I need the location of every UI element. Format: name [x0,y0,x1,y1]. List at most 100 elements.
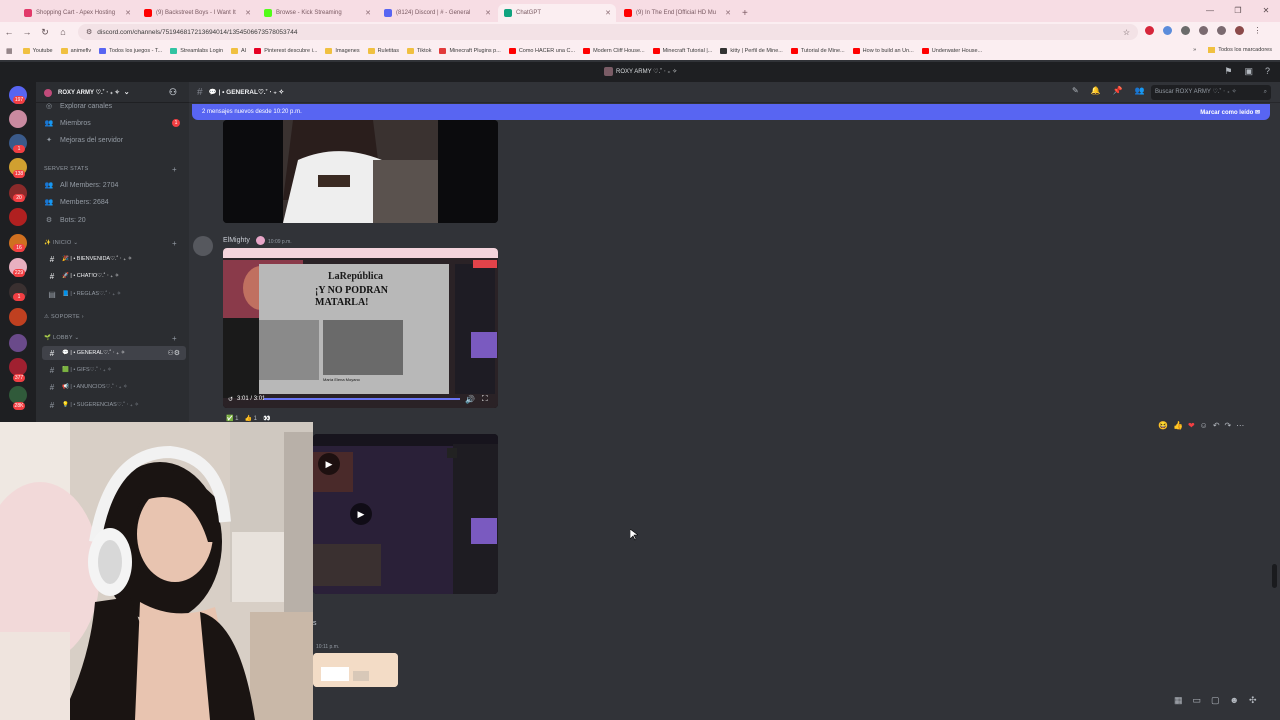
image-attachment[interactable] [313,653,398,687]
category-server-stats[interactable]: SERVER STATS + [44,165,177,174]
video-attachment[interactable] [313,434,498,594]
browser-tab[interactable]: Browse - Kick Streaming ✕ [258,4,376,22]
add-channel-icon[interactable]: + [172,334,177,343]
back-icon[interactable]: ← [0,27,18,37]
new-messages-bar[interactable]: 2 mensajes nuevos desde 10:20 p.m. Marca… [192,104,1270,120]
video-progress-bar[interactable] [264,398,460,400]
server-icon[interactable] [9,208,27,226]
forward-icon[interactable]: → [18,27,36,37]
gif-icon[interactable]: ▭ [1193,695,1202,706]
stat-channel[interactable]: 👥 All Members: 2704 [42,178,186,192]
threads-icon[interactable]: ✎ [1072,86,1079,95]
bookmark-item[interactable]: animeflv [60,48,91,54]
minimize-icon[interactable]: — [1196,0,1224,22]
bookmark-item[interactable]: AI [231,48,246,54]
extension-icon[interactable] [1163,26,1172,35]
more-icon[interactable]: ⋯ [1236,421,1244,430]
category-soporte[interactable]: ⚠ SOPORTE › [44,314,84,320]
maximize-icon[interactable]: ❐ [1224,0,1252,22]
bookmark-item[interactable]: Modern Cliff House... [583,48,645,54]
close-icon[interactable]: ✕ [485,9,491,17]
download-icon[interactable] [1217,26,1226,35]
category-lobby[interactable]: 🌱 LOBBY ⌄ + [44,334,177,343]
bookmark-item[interactable]: Youtube [22,48,53,54]
chevron-right-icon[interactable]: » [1193,47,1196,53]
opera-icon[interactable] [1145,26,1154,35]
address-bar[interactable]: ⚙ discord.com/channels/75194681721369401… [78,24,1138,40]
play-button[interactable]: ▶ [318,453,340,475]
screen-icon[interactable]: ▣ [1244,66,1253,77]
search-input[interactable]: Buscar ROXY ARMY ♡.˚ ‧ ₊ ✧ ⌕ [1151,85,1271,100]
reaction[interactable]: ✅ 1 [226,415,238,422]
server-icon[interactable] [9,334,27,352]
home-icon[interactable]: ⌂ [54,27,72,37]
scrollbar[interactable] [1272,124,1277,714]
bookmark-item[interactable]: Todos los juegos - T... [99,48,162,54]
bell-icon[interactable]: 🔔 [1091,86,1101,95]
channel-bienvenida[interactable]: # 🎉 | • BIENVENIDA♡.˚ ‧ ₊ ✧ [42,252,186,266]
close-icon[interactable]: ✕ [125,9,131,17]
mark-as-read-button[interactable]: Marcar como leído ✉ [1200,109,1260,116]
channel-anuncios[interactable]: # 📢 | • ANUNCIOS♡.˚ ‧ ₊ ✧ [42,380,186,394]
bookmark-item[interactable]: Tiktok [406,48,431,54]
browser-tab-active[interactable]: ChatGPT ✕ [498,4,616,22]
channel-settings-icon[interactable]: ⚇⚙ [167,349,180,357]
reload-icon[interactable]: ↻ [36,27,54,38]
channel-sugerencias[interactable]: # 💡 | • SUGERENCIAS♡.˚ ‧ ₊ ✧ [42,398,186,412]
close-icon[interactable]: ✕ [725,9,731,17]
avatar[interactable] [193,236,213,256]
image-attachment[interactable] [223,120,498,223]
pin-icon[interactable]: 📌 [1113,86,1123,95]
channel-gifs[interactable]: # 🟩 | • GIFS♡.˚ ‧ ₊ ✧ [42,363,186,377]
add-channel-icon[interactable]: + [172,239,177,248]
sticker-icon[interactable]: ▢ [1211,695,1220,706]
reaction-emoji-icon[interactable]: ❤ [1188,421,1195,430]
replay-icon[interactable]: ↺ [228,396,233,403]
bookmark-item[interactable]: Imagenes [325,48,360,54]
site-info-icon[interactable]: ⚙ [86,28,92,36]
extension-icon[interactable] [1181,26,1190,35]
reaction-emoji-icon[interactable]: 👍 [1173,421,1183,430]
close-icon[interactable]: ✕ [365,9,371,17]
message-author[interactable]: ElMighty [223,237,250,244]
bookmark-item[interactable]: Pinterest descubre i... [254,48,317,54]
profile-avatar[interactable] [1235,26,1244,35]
close-icon[interactable]: ✕ [245,9,251,17]
channel-chat[interactable]: # 🚀 | • CHAT!O♡.˚ ‧ ₊ ✧ [42,269,186,283]
server-icon[interactable] [9,308,27,326]
bookmark-item[interactable]: Como HACER una C... [508,48,575,54]
bookmark-item[interactable]: Minecraft Plugins p... [439,48,501,54]
channel-general-selected[interactable]: # 💬 | • GENERAL♡.˚ ‧ ₊ ✧ ⚇⚙ [42,346,186,360]
close-window-icon[interactable]: ✕ [1252,0,1280,22]
browser-tab[interactable]: Shopping Cart - Apex Hosting ✕ [18,4,136,22]
stat-channel[interactable]: 👥 Members: 2684 [42,195,186,209]
reaction[interactable]: 👍 1 [244,415,256,422]
video-attachment[interactable]: LaRepública ¡Y NO PODRAN MATARLA! María … [223,248,498,408]
bookmark-item[interactable]: Tutorial de Mine... [790,48,845,54]
bookmark-item[interactable]: kitty | Perfil de Mine... [720,48,783,54]
explore-channels[interactable]: ◎ Explorar canales [42,99,186,113]
add-reaction-icon[interactable]: ☺ [1200,421,1208,430]
channel-reglas[interactable]: ▤ 📘 | • REGLAS♡.˚ ‧ ₊ ✧ [42,287,186,301]
forward-icon[interactable]: ↷ [1225,421,1232,430]
menu-icon[interactable]: ⋮ [1253,26,1262,35]
browser-tab[interactable]: (9) Backstreet Boys - I Want It ✕ [138,4,256,22]
volume-icon[interactable]: 🔊 [465,395,475,404]
add-user-icon[interactable]: ⚇ [169,87,177,98]
scrollbar-thumb[interactable] [1272,564,1277,588]
fullscreen-icon[interactable]: ⛶ [482,394,488,404]
members-item[interactable]: 👥 Miembros 1 [42,116,186,130]
bookmark-item[interactable]: Underwater House... [921,48,982,54]
puzzle-icon[interactable] [1199,26,1208,35]
category-inicio[interactable]: ✨ INICIO ⌄ + [44,239,177,248]
browser-tab[interactable]: (8124) Discord | # - General ✕ [378,4,496,22]
browser-tab[interactable]: (9) In The End [Official HD Mu ✕ [618,4,736,22]
emoji-icon[interactable]: ☻ [1230,695,1239,706]
apps-icon[interactable]: ▦ [6,47,13,55]
server-icon[interactable] [9,110,27,128]
gift-icon[interactable]: ▦ [1174,695,1183,706]
close-icon[interactable]: ✕ [605,9,611,17]
stat-channel[interactable]: ⚙ Bots: 20 [42,213,186,227]
play-button[interactable]: ▶ [350,503,372,525]
new-tab-button[interactable]: + [742,4,748,22]
